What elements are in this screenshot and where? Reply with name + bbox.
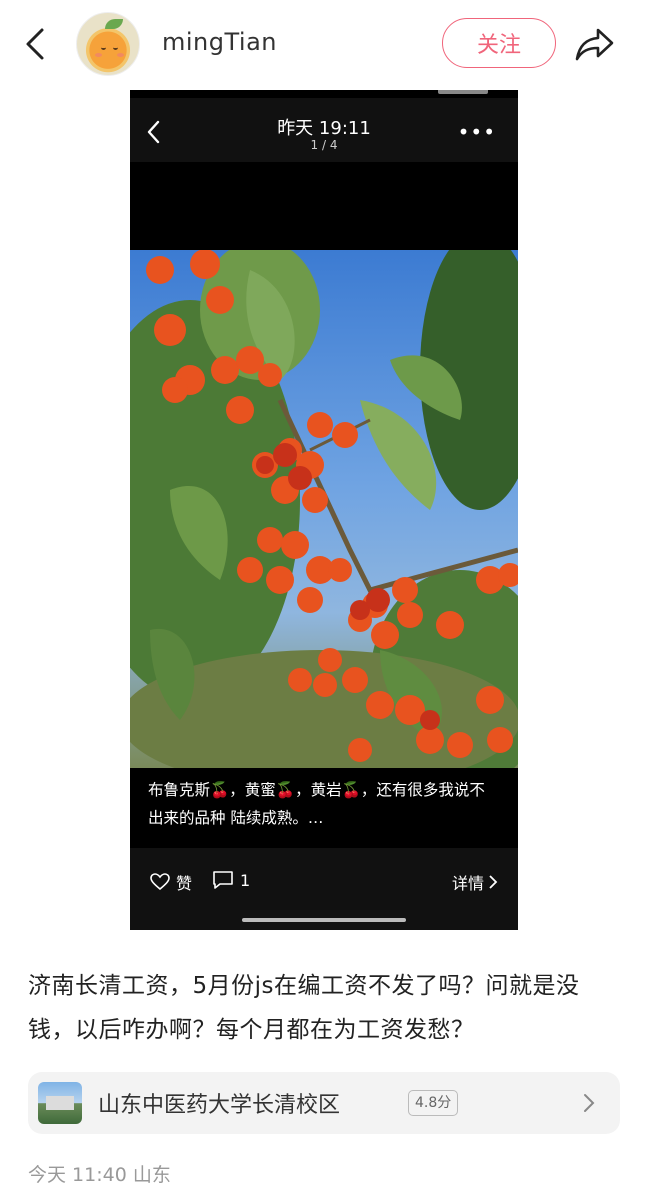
chevron-right-icon [489,875,498,889]
chevron-right-icon [584,1094,595,1112]
detail-link: 详情 [452,870,498,894]
image-footer: 赞 1 详情 [130,848,518,930]
like-label: 赞 [176,874,193,893]
detail-label: 详情 [451,874,484,893]
comment-button: 1 [212,870,250,890]
home-indicator [242,918,406,922]
username[interactable]: mingTian [162,28,277,56]
status-bar [130,90,518,98]
back-arrow-icon[interactable] [20,26,52,62]
rating-badge: 4.8分 [408,1090,459,1116]
top-nav: mingTian 关注 [0,0,646,90]
comment-icon [213,871,233,889]
share-icon[interactable] [574,24,616,64]
cherry-photo [130,250,518,768]
more-icon: ••• [457,120,496,144]
follow-button[interactable]: 关注 [442,18,556,68]
location-thumbnail [38,1082,82,1124]
post-image[interactable]: 昨天 19:11 1 / 4 ••• 布鲁克斯🍒，黄蜜🍒，黄岩🍒，还有很多我说不… [130,90,518,930]
image-header: 昨天 19:11 1 / 4 ••• [130,98,518,162]
location-name: 山东中医药大学长清校区 [98,1093,341,1118]
image-caption: 布鲁克斯🍒，黄蜜🍒，黄岩🍒，还有很多我说不出来的品种 陆续成熟。… [130,768,518,848]
heart-icon [150,873,170,891]
like-button: 赞 [150,870,192,894]
post-meta: 今天 11:40 山东 [28,1164,171,1186]
post-text: 济南长清工资，5月份js在编工资不发了吗？问就是没钱，以后咋办啊？每个月都在为工… [28,973,580,1043]
avatar[interactable] [76,12,140,76]
comment-count: 1 [240,870,251,890]
location-card[interactable]: 山东中医药大学长清校区 4.8分 [28,1072,620,1134]
